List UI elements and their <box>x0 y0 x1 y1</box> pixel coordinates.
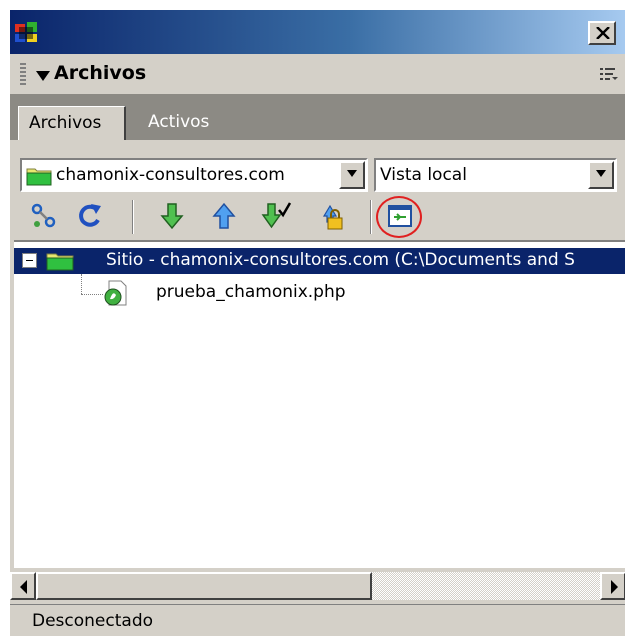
tab-archivos-label: Archivos <box>29 113 102 133</box>
view-select[interactable]: Vista local <box>374 158 617 192</box>
title-bar[interactable] <box>10 10 625 54</box>
check-out-icon[interactable] <box>260 200 292 232</box>
app-logo-icon <box>15 22 37 42</box>
panel-options-menu-icon[interactable] <box>600 67 618 81</box>
view-select-dropdown-button[interactable] <box>588 161 614 189</box>
php-file-icon <box>104 280 127 306</box>
site-select-dropdown-button[interactable] <box>339 161 365 189</box>
scroll-left-button[interactable] <box>10 572 36 600</box>
gripper-handle[interactable] <box>20 63 26 85</box>
check-in-icon[interactable] <box>314 200 346 232</box>
folder-icon <box>46 253 74 271</box>
site-select-value: chamonix-consultores.com <box>56 165 285 185</box>
close-icon <box>596 27 610 39</box>
panel-title: Archivos <box>54 62 147 84</box>
refresh-icon[interactable] <box>74 200 106 232</box>
panel-header: Archivos <box>10 54 625 94</box>
tab-strip: Archivos Activos <box>10 94 625 140</box>
chevron-down-icon <box>347 170 357 177</box>
view-select-value: Vista local <box>380 165 467 185</box>
scroll-right-button[interactable] <box>600 572 625 600</box>
tree-item-label[interactable]: prueba_chamonix.php <box>156 282 346 302</box>
arrow-left-icon <box>20 580 27 594</box>
tree-connector <box>81 294 103 295</box>
chevron-down-icon <box>596 170 606 177</box>
put-files-icon[interactable] <box>208 200 240 232</box>
tree-root-row[interactable]: Sitio - chamonix-consultores.com (C:\Doc… <box>14 248 625 274</box>
tab-activos[interactable]: Activos <box>148 112 209 132</box>
tree-connector <box>81 274 82 294</box>
tree-root-label: Sitio - chamonix-consultores.com (C:\Doc… <box>106 250 575 270</box>
arrow-right-icon <box>611 580 618 594</box>
get-files-icon[interactable] <box>156 200 188 232</box>
file-tree[interactable]: Sitio - chamonix-consultores.com (C:\Doc… <box>14 240 625 568</box>
status-bar: Desconectado <box>10 604 625 636</box>
close-button[interactable] <box>588 21 616 45</box>
toolbar-separator <box>132 200 134 234</box>
collapse-toggle[interactable] <box>22 253 37 268</box>
connect-icon[interactable] <box>28 200 60 232</box>
site-folder-icon <box>26 168 52 186</box>
site-select[interactable]: chamonix-consultores.com <box>20 158 368 192</box>
tab-archivos[interactable]: Archivos <box>18 106 126 140</box>
files-panel-window: Archivos Archivos Activos chamonix-consu… <box>10 10 625 636</box>
horizontal-scrollbar[interactable] <box>10 572 625 602</box>
highlight-ring-annotation <box>376 196 422 238</box>
scroll-thumb[interactable] <box>36 572 372 600</box>
files-toolbar <box>10 196 625 240</box>
collapse-triangle-icon[interactable] <box>36 71 50 81</box>
toolbar-separator <box>370 200 372 234</box>
status-text: Desconectado <box>32 611 154 631</box>
